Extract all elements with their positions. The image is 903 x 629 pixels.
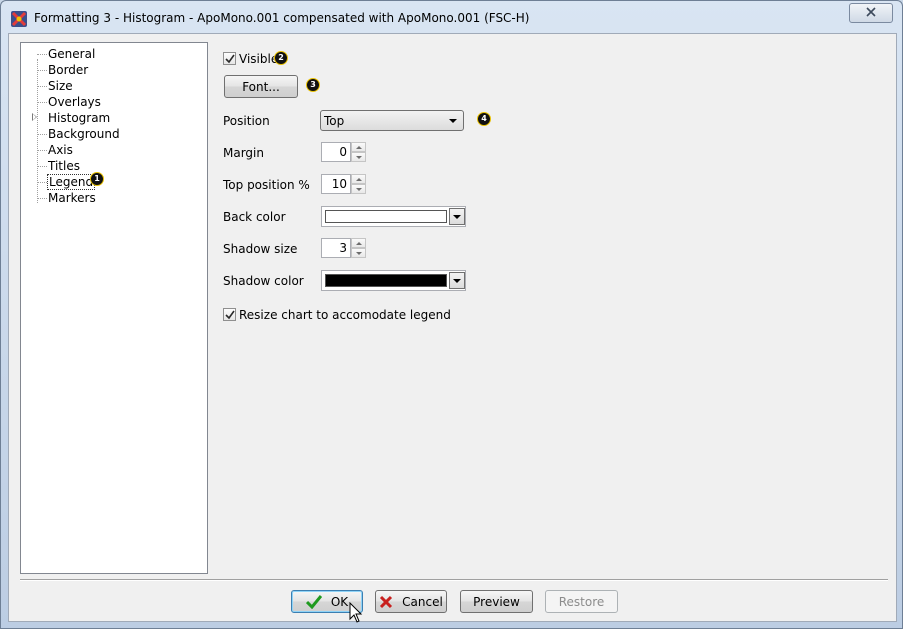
tree-item-label: Titles [48,159,80,173]
tree-item-label: Overlays [48,95,101,109]
visible-checkbox[interactable] [223,52,236,65]
callout-badge-3: 3 [306,78,320,92]
callout-badge-1: 1 [90,172,104,186]
checkmark-icon [225,310,235,320]
dialog-client-area: General Border Size Overlays Histogram B… [8,33,897,623]
tree-item-size[interactable]: Size [21,78,207,94]
resize-chart-label: Resize chart to accomodate legend [239,308,451,322]
window-title: Formatting 3 - Histogram - ApoMono.001 c… [34,11,530,25]
tree-item-label: Markers [48,191,96,205]
tree-item-general[interactable]: General [21,46,207,62]
back-color-swatch [325,210,447,223]
close-button[interactable] [849,3,893,23]
restore-button[interactable]: Restore [545,590,618,613]
tree-item-legend[interactable]: Legend [21,174,207,190]
shadow-color-swatch [325,274,447,287]
ok-button-label: OK [330,594,349,609]
shadow-size-input[interactable]: 3 [321,238,351,258]
tree-item-histogram[interactable]: Histogram [21,110,207,126]
spin-up-icon[interactable] [351,174,366,184]
tree-item-label: Histogram [48,111,111,125]
top-position-spinner[interactable]: 10 [321,174,367,194]
tree-item-titles[interactable]: Titles [21,158,207,174]
spin-down-icon[interactable] [351,248,366,258]
position-select-value: Top [324,114,345,128]
top-position-input[interactable]: 10 [321,174,351,194]
callout-badge-2: 2 [274,51,288,65]
restore-button-label: Restore [558,594,605,609]
font-button[interactable]: Font... [224,75,298,98]
footer-separator [20,579,888,581]
tree-item-label: Legend [47,174,96,190]
cancel-button-label: Cancel [402,594,443,609]
spin-down-icon[interactable] [351,184,366,194]
preview-button-label: Preview [473,594,520,609]
tree-item-border[interactable]: Border [21,62,207,78]
chevron-down-icon[interactable] [449,208,465,225]
tree-item-label: Border [48,63,89,77]
app-icon [10,10,28,28]
shadow-color-picker[interactable] [321,270,466,291]
tree-item-label: Axis [48,143,73,157]
tree-item-label: Background [48,127,120,141]
checkmark-icon [225,54,235,64]
visible-label: Visible [239,52,279,66]
shadow-size-spinner[interactable]: 3 [321,238,367,258]
spin-down-icon[interactable] [351,152,366,162]
resize-chart-checkbox[interactable] [223,308,236,321]
back-color-picker[interactable] [321,206,466,227]
position-label: Position [223,114,270,128]
tree-item-label: Size [48,79,73,93]
cross-icon [379,595,393,609]
margin-label: Margin [223,146,264,160]
tree-item-background[interactable]: Background [21,126,207,142]
top-position-label: Top position % [223,178,310,192]
margin-spinner[interactable]: 0 [321,142,367,162]
category-tree[interactable]: General Border Size Overlays Histogram B… [20,42,208,574]
tree-item-overlays[interactable]: Overlays [21,94,207,110]
spin-up-icon[interactable] [351,238,366,248]
tree-item-markers[interactable]: Markers [21,190,207,206]
spin-up-icon[interactable] [351,142,366,152]
position-select[interactable]: Top [320,110,464,131]
title-bar: Formatting 3 - Histogram - ApoMono.001 c… [1,1,902,34]
formatting-dialog: Formatting 3 - Histogram - ApoMono.001 c… [0,0,903,629]
expand-arrow-icon[interactable] [32,113,37,121]
callout-badge-4: 4 [477,112,491,126]
mouse-cursor-icon [349,601,363,627]
tree-item-label: General [48,47,96,61]
chevron-down-icon [449,119,457,123]
font-button-label: Font... [242,79,280,94]
shadow-size-label: Shadow size [223,242,298,256]
close-icon [866,6,876,20]
checkmark-icon [305,594,322,609]
chevron-down-icon[interactable] [449,272,465,289]
tree-item-axis[interactable]: Axis [21,142,207,158]
cancel-button[interactable]: Cancel [375,590,447,613]
back-color-label: Back color [223,210,286,224]
margin-input[interactable]: 0 [321,142,351,162]
preview-button[interactable]: Preview [460,590,533,613]
shadow-color-label: Shadow color [223,274,304,288]
